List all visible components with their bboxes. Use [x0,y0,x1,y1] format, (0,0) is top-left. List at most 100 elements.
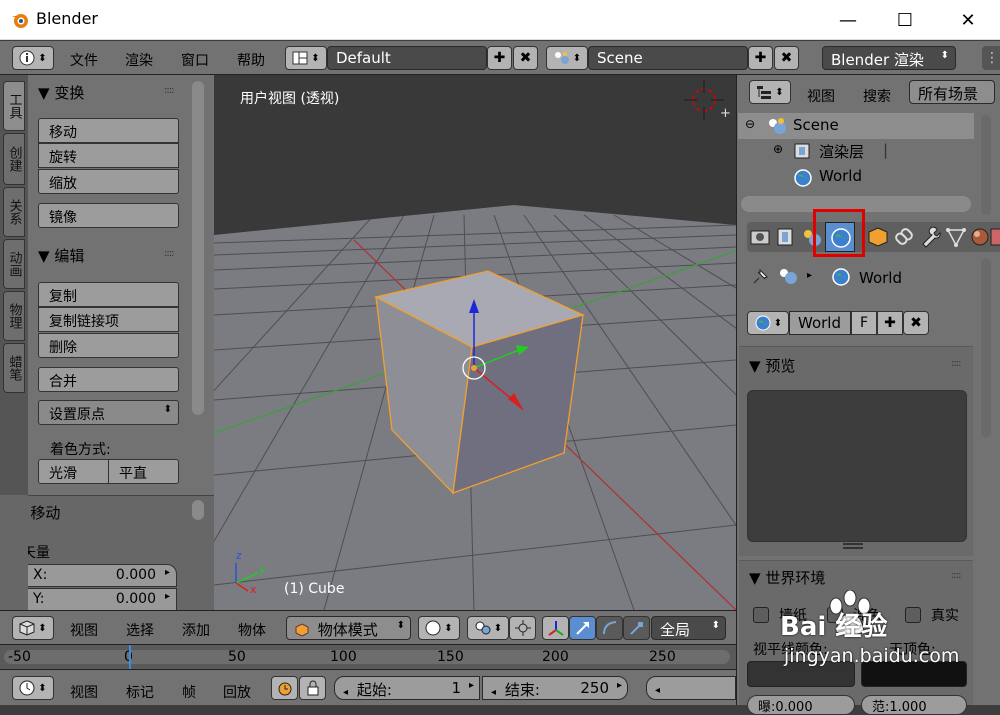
end-frame-field[interactable]: ◂ 结束: 250 ▸ [482,676,628,700]
expand-icon[interactable]: ⊕ [773,142,783,156]
current-frame-marker[interactable] [129,645,131,670]
viewport-corner-plus-icon[interactable]: + [720,106,731,121]
lock-range-button[interactable] [299,676,326,700]
viewport-shading-button[interactable]: ⬍ [418,616,460,640]
editor-type-3d-button[interactable]: ⬍ [12,616,54,640]
menu-file[interactable]: 文件 [70,50,98,70]
header-scroll-handle[interactable]: ⋮ [982,46,1000,70]
panel-grip-icon[interactable]: :::: [951,358,962,369]
transform-manipulator-toggle[interactable] [542,616,569,640]
display-mode-select[interactable]: 所有场景 [909,80,995,104]
world-settings-header[interactable]: ▼ 世界环境 [749,567,825,588]
collapse-icon[interactable]: ⊖ [745,117,755,131]
minimize-button[interactable]: — [828,6,868,34]
texture-context-icon[interactable] [990,226,1000,248]
menu-frame[interactable]: 帧 [182,682,196,702]
shade-smooth-button[interactable]: 光滑 [38,459,109,484]
modifier-wrench-icon[interactable] [919,226,941,248]
close-button[interactable]: ✕ [948,6,988,34]
scale-manipulator-toggle[interactable] [623,616,650,640]
tab-tools[interactable]: 工具 [3,81,25,131]
shade-flat-button[interactable]: 平直 [108,459,179,484]
outliner-vscroll[interactable] [981,115,991,215]
menu-render[interactable]: 渲染 [125,50,153,70]
transform-orientation-select[interactable]: 全局 ⬍ [651,616,726,640]
manipulator-center-button[interactable] [509,616,536,640]
properties-vscroll[interactable] [981,258,991,438]
fake-user-button[interactable]: F [851,311,877,335]
mode-select[interactable]: 物体模式 ⬍ [286,616,411,640]
add-scene-button[interactable]: ✚ [748,46,773,70]
preview-panel-header[interactable]: ▼ 预览 [749,355,795,376]
layout-name-field[interactable]: Default [327,46,487,70]
preview-resize-handle[interactable] [843,543,863,549]
set-origin-dropdown[interactable]: 设置原点 ⬍ [38,400,179,425]
rotate-button[interactable]: 旋转 [38,143,179,168]
delete-scene-button[interactable]: ✖ [774,46,799,70]
unlink-world-button[interactable]: ✖ [903,311,929,335]
timeline-scrollbar[interactable] [4,650,730,664]
outliner-item-render-layers[interactable]: ⊕ 渲染层 | [743,139,971,165]
menu-select[interactable]: 选择 [126,620,154,640]
transform-panel-header[interactable]: ▼ 变换 [38,82,84,103]
duplicate-linked-button[interactable]: 复制链接项 [38,307,179,332]
current-frame-field[interactable]: ◂ [646,676,736,700]
menu-outliner-view[interactable]: 视图 [807,86,835,106]
vector-x-field[interactable]: ◂ X: 0.000 ▸ [12,564,177,587]
render-engine-select[interactable]: Blender 渲染 ⬍ [822,46,956,70]
panel-grip-icon[interactable]: :::: [951,570,962,581]
mesh-data-icon[interactable] [945,226,967,248]
timeline-ruler[interactable]: -50 0 50 100 150 200 250 [0,644,736,670]
delete-button[interactable]: 删除 [38,333,179,358]
menu-add[interactable]: 添加 [182,620,210,640]
menu-help[interactable]: 帮助 [237,50,265,70]
outliner-item-world[interactable]: World [743,165,971,191]
paper-sky-checkbox[interactable] [753,607,769,623]
menu-timeline-view[interactable]: 视图 [70,682,98,702]
vector-y-field[interactable]: ◂ Y: 0.000 ▸ [12,588,177,611]
viewport-scene[interactable]: + [214,75,736,610]
maximize-button[interactable]: ☐ [885,6,925,34]
editor-type-info-button[interactable]: ⬍ [12,46,54,70]
preview-range-button[interactable] [271,676,298,700]
start-frame-field[interactable]: ◂ 起始: 1 ▸ [334,676,480,700]
tool-shelf-scrollbar[interactable] [192,81,204,415]
tab-grease-pencil[interactable]: 蜡笔 [3,343,25,393]
world-name-field[interactable]: World [789,311,851,335]
object-context-icon[interactable] [867,226,889,248]
3d-cursor-icon[interactable] [684,80,724,120]
scene-selector-button[interactable]: ⬍ [546,46,588,70]
outliner-item-scene[interactable]: ⊖ Scene [743,114,971,140]
scale-button[interactable]: 缩放 [38,169,179,194]
3d-viewport[interactable]: + 用户视图 (透视) z y x (1) Cube [214,75,736,610]
scene-name-field[interactable]: Scene [588,46,748,70]
layout-selector-button[interactable]: ⬍ [285,46,327,70]
tab-create[interactable]: 创建 [3,133,25,185]
menu-window[interactable]: 窗口 [181,50,209,70]
panel-grip-icon[interactable]: :::: [164,248,175,259]
mirror-button[interactable]: 镜像 [38,203,179,228]
operator-scrollbar[interactable] [192,500,204,520]
range-field[interactable]: 范:1.000 [861,695,967,715]
constraints-context-icon[interactable] [893,226,915,248]
duplicate-button[interactable]: 复制 [38,282,179,307]
pivot-point-button[interactable]: ⬍ [467,616,509,640]
rotate-manipulator-toggle[interactable] [596,616,623,640]
panel-grip-icon[interactable]: :::: [164,85,175,96]
editor-type-timeline-button[interactable]: ⬍ [12,676,54,700]
editor-type-outliner-button[interactable]: ⬍ [749,80,791,104]
exposure-field[interactable]: 曝:0.000 [747,695,855,715]
render-context-icon[interactable] [749,226,771,248]
tab-physics[interactable]: 物理 [3,291,25,341]
menu-object[interactable]: 物体 [238,620,266,640]
tab-animation[interactable]: 动画 [3,239,25,289]
new-world-button[interactable]: ✚ [877,311,903,335]
delete-layout-button[interactable]: ✖ [513,46,538,70]
add-layout-button[interactable]: ✚ [487,46,512,70]
world-browse-button[interactable]: ⬍ [747,311,789,335]
menu-search[interactable]: 搜索 [863,86,891,106]
menu-view[interactable]: 视图 [70,620,98,640]
tab-relations[interactable]: 关系 [3,187,25,237]
render-layer-context-icon[interactable] [775,226,797,248]
translate-button[interactable]: 移动 [38,118,179,143]
